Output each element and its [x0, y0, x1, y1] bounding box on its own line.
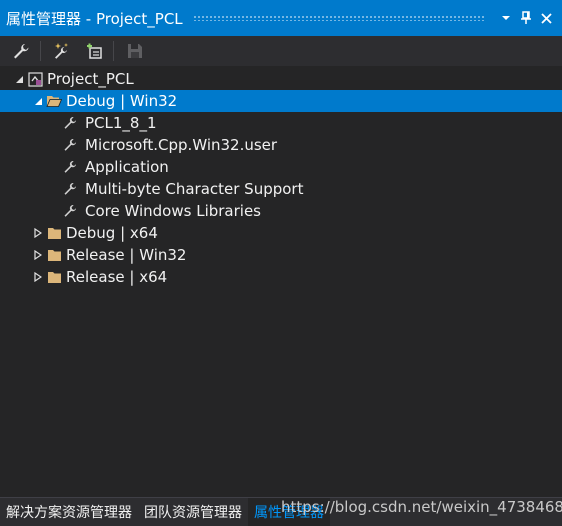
property-tree: Project_PCL Debug | Win32 PCL1_8_1 Micro… [0, 68, 562, 288]
folder-icon [46, 269, 62, 285]
expanded-arrow-icon[interactable] [33, 96, 43, 106]
tree-node-label: PCL1_8_1 [85, 114, 157, 132]
tree-node-config-debug-x64[interactable]: Debug | x64 [0, 222, 562, 244]
folder-icon [46, 247, 62, 263]
tree-node-config-debug-win32[interactable]: Debug | Win32 [0, 90, 562, 112]
folder-icon [46, 225, 62, 241]
window-title: 属性管理器 - Project_PCL [6, 9, 183, 28]
tree-node-label: Release | x64 [66, 268, 168, 286]
wrench-icon [62, 159, 78, 175]
title-grip[interactable] [192, 15, 486, 21]
tree-node-sheet[interactable]: Core Windows Libraries [0, 200, 562, 222]
tree-node-label: Debug | Win32 [66, 92, 178, 110]
add-new-property-sheet-icon[interactable] [49, 39, 75, 63]
tab-team-explorer[interactable]: 团队资源管理器 [138, 498, 248, 526]
wrench-icon [62, 137, 78, 153]
pin-icon[interactable] [516, 7, 536, 29]
properties-wrench-icon[interactable] [8, 39, 34, 63]
toolbar-separator [113, 41, 114, 61]
collapsed-arrow-icon[interactable] [33, 250, 43, 260]
watermark-text: https://blog.csdn.net/weixin_47384686 [281, 498, 562, 516]
collapsed-arrow-icon[interactable] [33, 228, 43, 238]
open-folder-icon [46, 93, 62, 109]
tree-node-label: Microsoft.Cpp.Win32.user [85, 136, 278, 154]
tree-node-sheet[interactable]: Application [0, 156, 562, 178]
expanded-arrow-icon[interactable] [14, 74, 24, 84]
toolbar-separator [40, 41, 41, 61]
tree-node-sheet[interactable]: Multi-byte Character Support [0, 178, 562, 200]
tree-node-config-release-win32[interactable]: Release | Win32 [0, 244, 562, 266]
tree-node-label: Project_PCL [47, 70, 134, 88]
tree-node-label: Debug | x64 [66, 224, 158, 242]
chevron-down-icon[interactable] [496, 7, 516, 29]
tree-node-label: Core Windows Libraries [85, 202, 261, 220]
toolbar [0, 36, 562, 66]
tree-node-config-release-x64[interactable]: Release | x64 [0, 266, 562, 288]
wrench-icon [62, 115, 78, 131]
collapsed-arrow-icon[interactable] [33, 272, 43, 282]
tree-node-label: Application [85, 158, 169, 176]
tree-node-sheet[interactable]: Microsoft.Cpp.Win32.user [0, 134, 562, 156]
tree-node-label: Multi-byte Character Support [85, 180, 304, 198]
tab-solution-explorer[interactable]: 解决方案资源管理器 [0, 498, 138, 526]
wrench-icon [62, 181, 78, 197]
tree-node-sheet[interactable]: PCL1_8_1 [0, 112, 562, 134]
close-icon[interactable] [536, 7, 556, 29]
tree-node-project[interactable]: Project_PCL [0, 68, 562, 90]
wrench-icon [62, 203, 78, 219]
add-existing-property-sheet-icon[interactable] [81, 39, 107, 63]
tree-node-label: Release | Win32 [66, 246, 187, 264]
save-icon[interactable] [122, 39, 148, 63]
project-icon [27, 71, 43, 87]
title-bar: 属性管理器 - Project_PCL [0, 0, 562, 36]
